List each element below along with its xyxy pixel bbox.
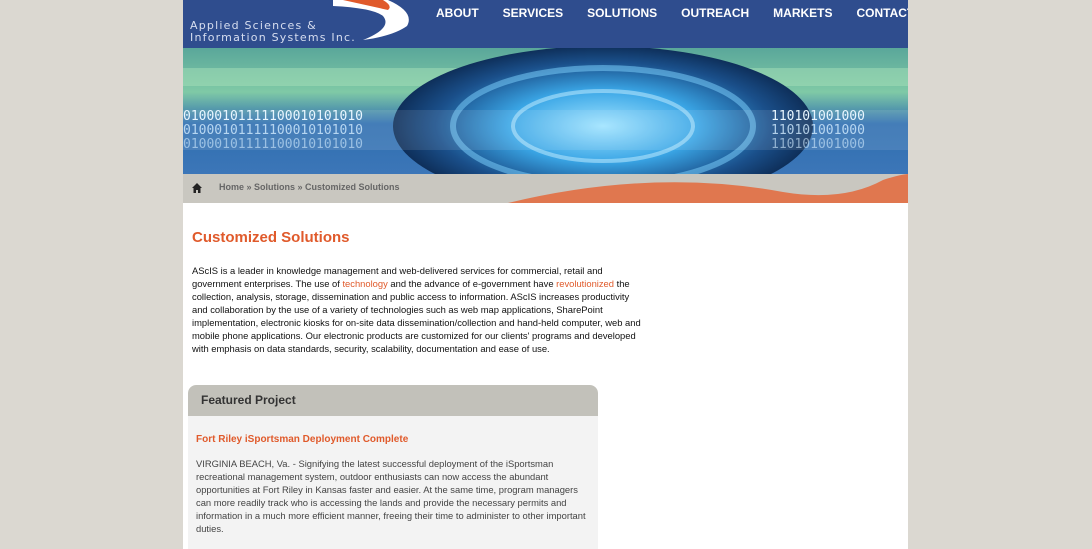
- binary-text-1: 01000101111100010101010: [183, 109, 363, 124]
- binary-text-3: 01000101111100010101010: [183, 137, 363, 152]
- breadcrumb-separator: »: [295, 182, 306, 192]
- binary-text-2: 01000101111100010101010: [183, 123, 363, 138]
- intro-text-3: the collection, analysis, storage, disse…: [192, 278, 641, 354]
- breadcrumb-bar: Home » Solutions » Customized Solutions: [183, 174, 908, 203]
- breadcrumb-solutions[interactable]: Solutions: [254, 182, 295, 192]
- revolutionized-link[interactable]: revolutionized: [556, 278, 614, 289]
- featured-project-header: Featured Project: [188, 385, 598, 416]
- tagline-line-2: Information Systems Inc.: [190, 31, 356, 44]
- featured-project-title[interactable]: Fort Riley iSportsman Deployment Complet…: [196, 434, 408, 445]
- featured-project-panel: Featured Project Fort Riley iSportsman D…: [188, 385, 598, 549]
- page: Applied Sciences & Information Systems I…: [183, 0, 908, 549]
- binary-text-6: 110101001000: [771, 137, 865, 152]
- breadcrumb: Home » Solutions » Customized Solutions: [219, 182, 400, 192]
- ascis-logo[interactable]: Applied Sciences & Information Systems I…: [183, 0, 423, 48]
- binary-disc-image: 01000101111100010101010 0100010111110001…: [183, 48, 908, 174]
- home-icon[interactable]: [191, 182, 203, 194]
- nav-services[interactable]: SERVICES: [503, 5, 563, 21]
- page-title: Customized Solutions: [192, 229, 350, 246]
- nav-markets[interactable]: MARKETS: [773, 5, 832, 21]
- intro-paragraph: AScIS is a leader in knowledge managemen…: [192, 264, 647, 355]
- site-header: Applied Sciences & Information Systems I…: [183, 0, 908, 48]
- nav-solutions[interactable]: SOLUTIONS: [587, 5, 657, 21]
- hero-banner: 01000101111100010101010 0100010111110001…: [183, 48, 908, 174]
- breadcrumb-separator: »: [244, 182, 255, 192]
- featured-project-body: VIRGINIA BEACH, Va. - Signifying the lat…: [196, 458, 586, 534]
- main-nav: ABOUT SERVICES SOLUTIONS OUTREACH MARKET…: [436, 5, 908, 21]
- binary-text-4: 110101001000: [771, 109, 865, 124]
- nav-about[interactable]: ABOUT: [436, 5, 479, 21]
- company-tagline: Applied Sciences & Information Systems I…: [190, 20, 356, 44]
- nav-outreach[interactable]: OUTREACH: [681, 5, 749, 21]
- nav-contact[interactable]: CONTACT: [857, 5, 909, 21]
- intro-text-2: and the advance of e-government have: [387, 278, 557, 289]
- binary-text-5: 110101001000: [771, 123, 865, 138]
- breadcrumb-current: Customized Solutions: [305, 182, 400, 192]
- technology-link[interactable]: technology: [342, 278, 387, 289]
- breadcrumb-home[interactable]: Home: [219, 182, 244, 192]
